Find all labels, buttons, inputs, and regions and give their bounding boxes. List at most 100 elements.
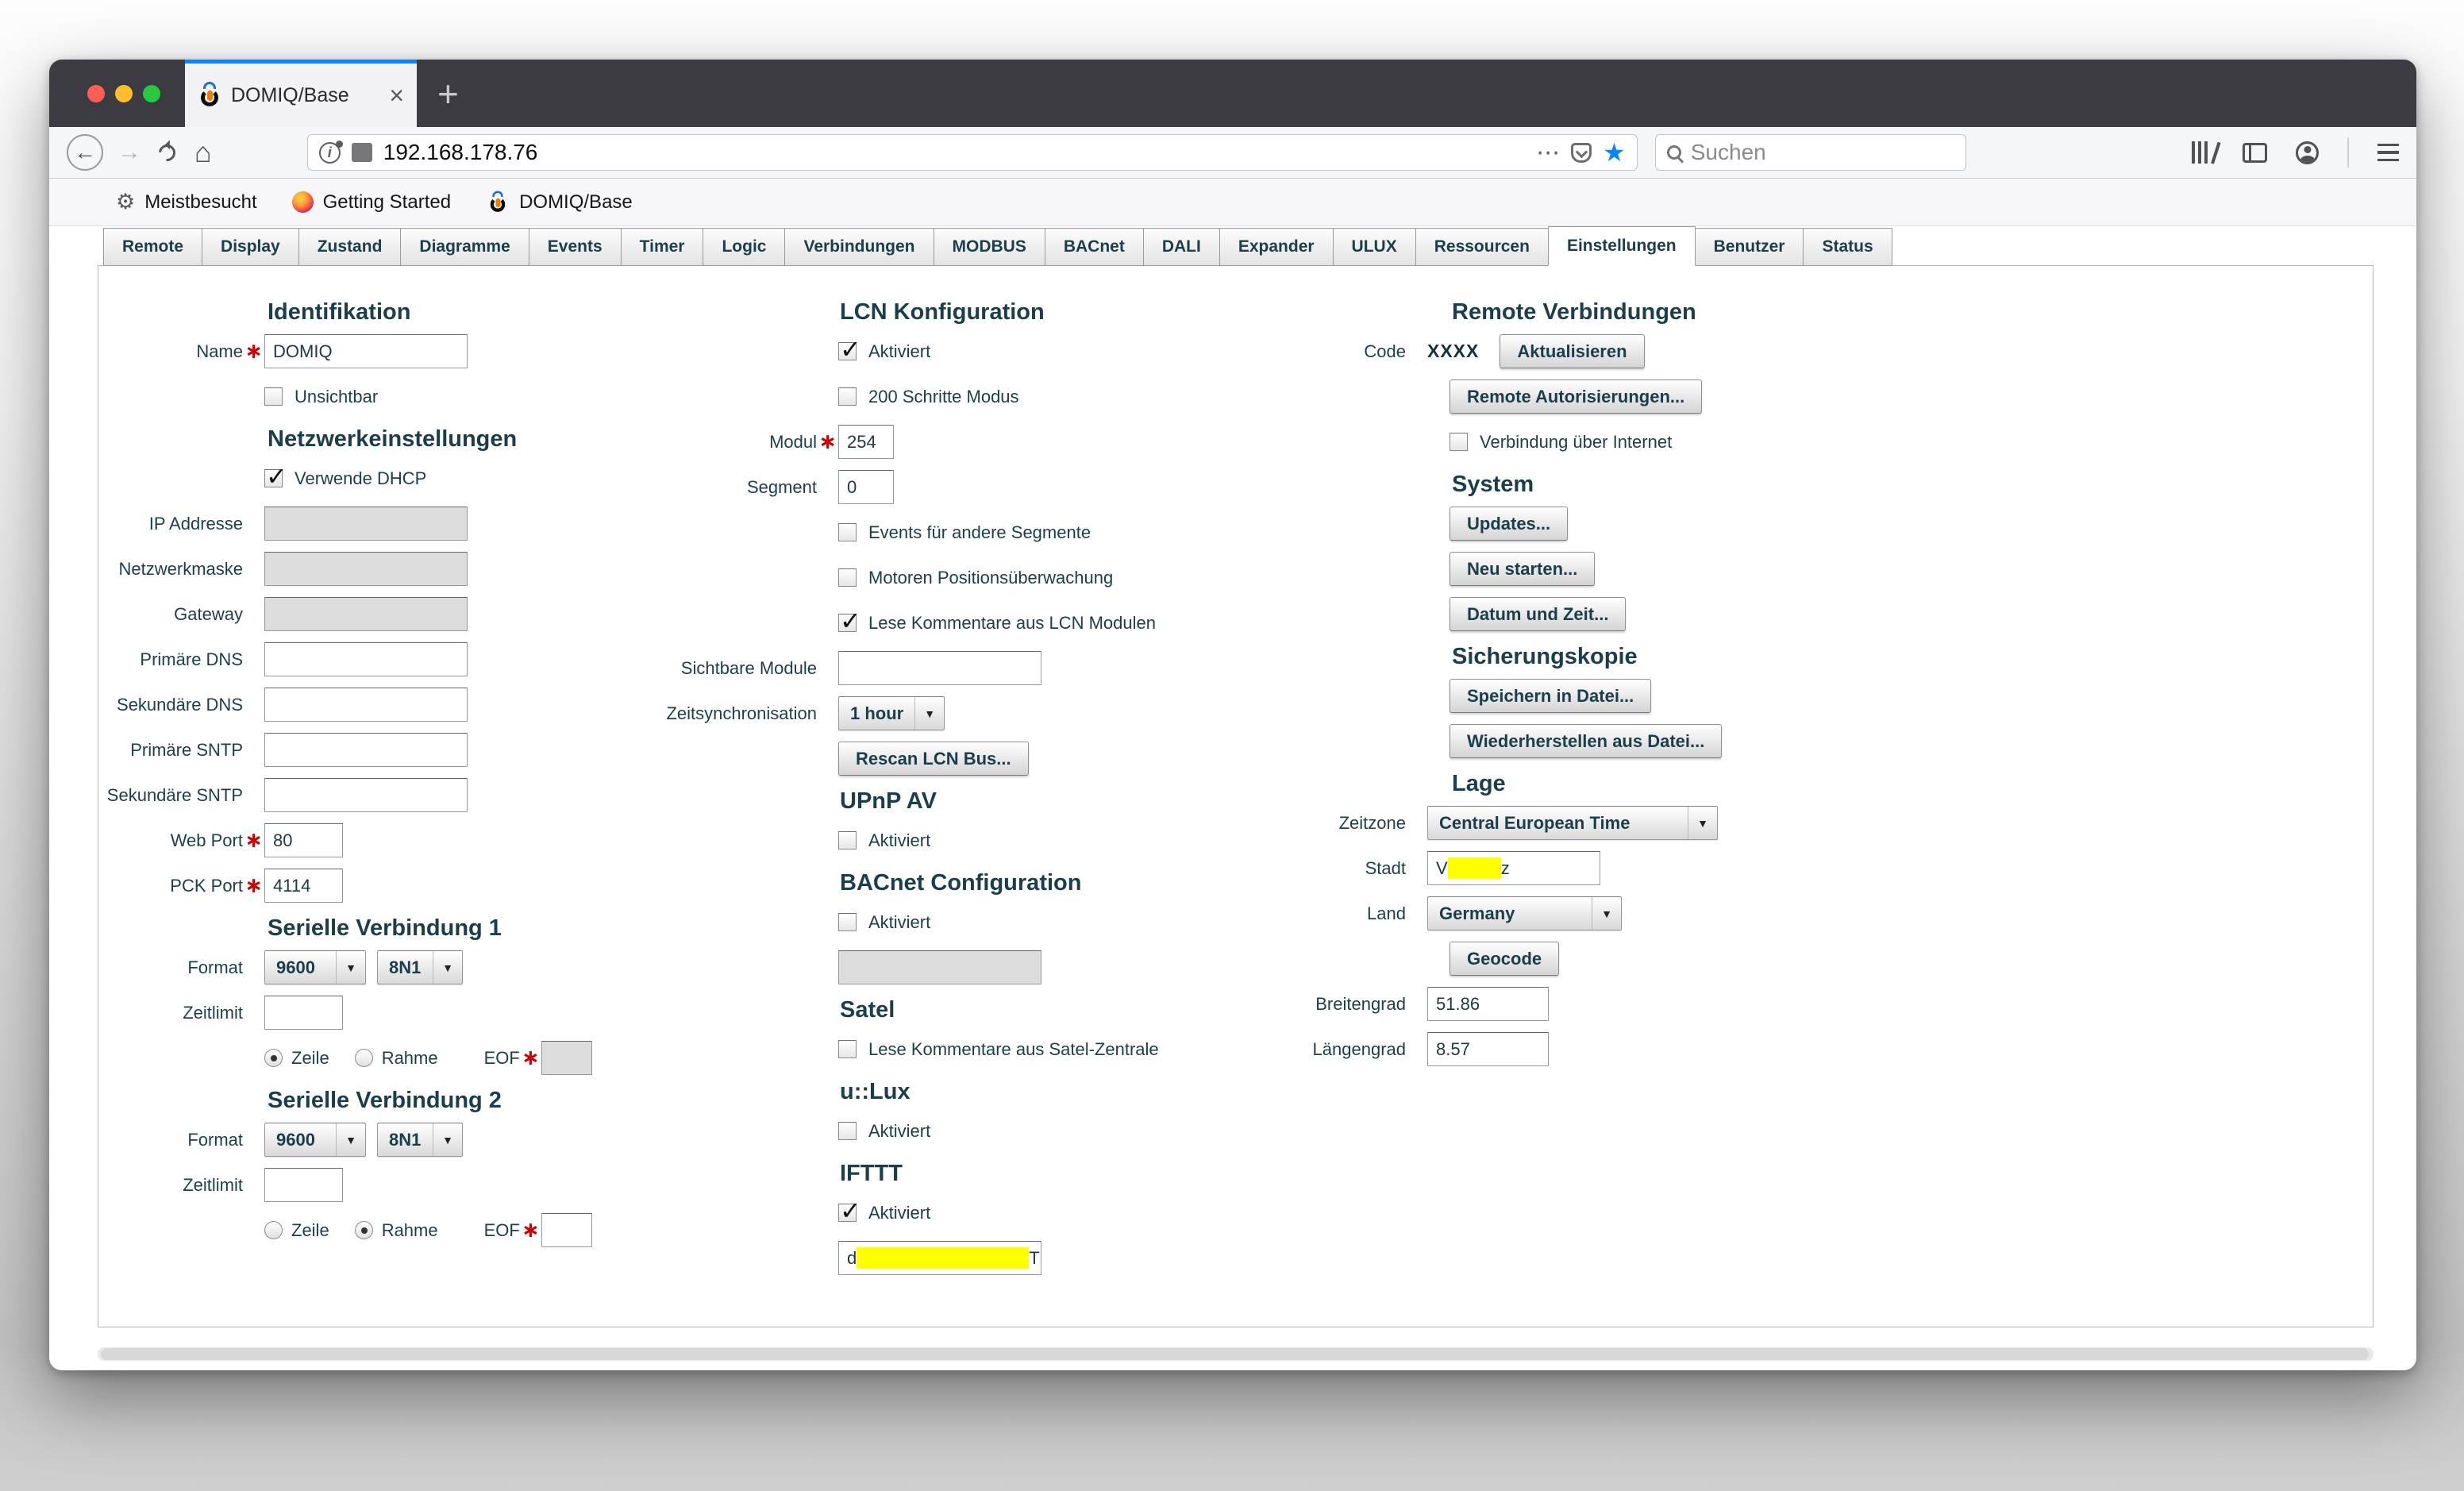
serial2-mode-zeile-radio[interactable] <box>264 1221 283 1239</box>
modul-input[interactable] <box>838 425 894 459</box>
land-select[interactable]: Germany▼ <box>1427 896 1622 930</box>
app-tab-diagramme[interactable]: Diagramme <box>400 228 529 266</box>
app-tab-benutzer[interactable]: Benutzer <box>1695 228 1804 266</box>
sekundare-sntp-input[interactable] <box>264 778 468 812</box>
bookmark-domiq-base[interactable]: DOMIQ/Base <box>486 191 633 214</box>
lcn-aktiviert-checkbox[interactable]: ✓ <box>838 342 857 360</box>
form-row: Unsichtbar <box>106 379 694 414</box>
app-tab-zustand[interactable]: Zustand <box>298 228 402 266</box>
reload-button[interactable] <box>159 144 175 161</box>
bacnet-aktiviert-checkbox[interactable] <box>838 913 857 931</box>
serial1-format-1-select[interactable]: 8N1▼ <box>377 950 463 984</box>
app-tab-remote[interactable]: Remote <box>103 228 202 266</box>
tab-close-icon[interactable]: × <box>389 83 404 108</box>
stadt-input[interactable]: Vz <box>1427 851 1600 885</box>
serial1-zeitlimit-input[interactable] <box>264 996 343 1030</box>
app-tab-dali[interactable]: DALI <box>1143 228 1220 266</box>
app-tab-verbindungen[interactable]: Verbindungen <box>784 228 934 266</box>
account-icon[interactable] <box>2296 141 2319 164</box>
window-close-button[interactable] <box>87 85 105 102</box>
app-tab-einstellungen[interactable]: Einstellungen <box>1548 226 1696 266</box>
scrollbar-thumb[interactable] <box>101 1348 2369 1360</box>
permissions-icon[interactable] <box>352 143 372 162</box>
new-tab-button[interactable]: + <box>437 75 459 112</box>
app-tab-modbus[interactable]: MODBUS <box>934 228 1045 266</box>
app-tab-expander[interactable]: Expander <box>1219 228 1334 266</box>
window-minimize-button[interactable] <box>115 85 133 102</box>
app-tab-display[interactable]: Display <box>202 228 299 266</box>
remote-autorisierungen-button[interactable]: Remote Autorisierungen... <box>1450 379 1702 414</box>
home-button[interactable]: ⌂ <box>194 138 212 167</box>
wiederherstellen-aus-datei-button[interactable]: Wiederherstellen aus Datei... <box>1450 724 1722 758</box>
segment-input[interactable] <box>838 470 894 504</box>
updates-button[interactable]: Updates... <box>1450 507 1568 541</box>
serial2-format-1-select[interactable]: 8N1▼ <box>377 1123 463 1157</box>
verbindung-ueber-internet-checkbox[interactable] <box>1450 433 1468 451</box>
verwende-dhcp-checkbox[interactable]: ✓ <box>264 469 283 487</box>
events-andere-segmente-checkbox[interactable] <box>838 523 857 541</box>
breitengrad-input[interactable] <box>1427 987 1549 1021</box>
bookmark-getting-started[interactable]: Getting Started <box>292 191 451 214</box>
zeitsynchronisation-select[interactable]: 1 hour▼ <box>838 696 945 730</box>
unsichtbar-checkbox[interactable] <box>264 387 283 406</box>
serial2-mode-rahme-radio-label: Rahme <box>382 1220 438 1241</box>
motoren-positionsueberwachung-checkbox-label: Motoren Positionsüberwachung <box>868 568 1113 588</box>
serial1-mode-zeile-radio[interactable] <box>264 1049 283 1067</box>
window-zoom-button[interactable] <box>143 85 160 102</box>
schritte-modus-checkbox[interactable] <box>838 387 857 406</box>
url-text[interactable]: 192.168.178.76 <box>383 140 538 165</box>
app-tab-bacnet[interactable]: BACnet <box>1045 228 1144 266</box>
speichern-in-datei-button[interactable]: Speichern in Datei... <box>1450 679 1651 713</box>
app-tab-ressourcen[interactable]: Ressourcen <box>1415 228 1549 266</box>
url-bar[interactable]: i 192.168.178.76 ⋯ ★ <box>307 134 1638 171</box>
site-info-icon[interactable]: i <box>319 142 341 164</box>
web-port-input[interactable] <box>264 823 343 857</box>
sekundare-dns-input[interactable] <box>264 688 468 722</box>
rescan-lcn-bus-button[interactable]: Rescan LCN Bus... <box>838 742 1029 776</box>
upnp-aktiviert-checkbox[interactable] <box>838 831 857 850</box>
serial1-mode-rahme-radio[interactable] <box>355 1049 373 1067</box>
horizontal-scrollbar[interactable] <box>98 1347 2374 1361</box>
redaction-highlight <box>857 1247 1029 1269</box>
serial2-mode-zeile-radio-label: Zeile <box>291 1220 329 1241</box>
motoren-positionsueberwachung-checkbox[interactable] <box>838 568 857 587</box>
aktualisieren-button[interactable]: Aktualisieren <box>1500 334 1644 368</box>
app-tab-logic[interactable]: Logic <box>703 228 785 266</box>
sichtbare-module-input[interactable] <box>838 651 1041 685</box>
serial1-mode-rahme-radio-label: Rahme <box>382 1048 438 1069</box>
neu-starten-button[interactable]: Neu starten... <box>1450 552 1595 586</box>
langengrad-input[interactable] <box>1427 1032 1549 1066</box>
serial2-mode-eof-input[interactable] <box>541 1213 592 1247</box>
primare-sntp-input[interactable] <box>264 733 468 767</box>
bookmark-star-icon[interactable]: ★ <box>1603 140 1626 165</box>
app-tab-status[interactable]: Status <box>1803 228 1892 266</box>
sidebar-icon[interactable] <box>2243 143 2267 163</box>
app-tab-ulux[interactable]: ULUX <box>1333 228 1416 266</box>
pocket-icon[interactable] <box>1571 143 1592 163</box>
lese-kommentare-lcn-checkbox[interactable]: ✓ <box>838 614 857 632</box>
ulux-aktiviert-checkbox[interactable] <box>838 1122 857 1140</box>
zeitzone-select[interactable]: Central European Time▼ <box>1427 806 1718 840</box>
lese-kommentare-satel-checkbox[interactable] <box>838 1040 857 1058</box>
library-icon[interactable] <box>2192 141 2214 164</box>
bookmark-meistbesucht[interactable]: ⚙ Meistbesucht <box>116 191 257 214</box>
form-row: PCK Port∗ <box>106 869 694 903</box>
back-button[interactable]: ← <box>67 134 103 171</box>
app-tab-events[interactable]: Events <box>529 228 622 266</box>
geocode-button[interactable]: Geocode <box>1450 942 1559 976</box>
datum-und-zeit-button[interactable]: Datum und Zeit... <box>1450 597 1626 631</box>
ifttt-aktiviert-checkbox[interactable]: ✓ <box>838 1204 857 1222</box>
pck-port-input[interactable] <box>264 869 343 903</box>
serial1-format-0-select[interactable]: 9600▼ <box>264 950 366 984</box>
app-tab-timer[interactable]: Timer <box>621 228 704 266</box>
menu-icon[interactable] <box>2377 144 2399 162</box>
search-bar[interactable]: Suchen <box>1655 134 1966 171</box>
name-input[interactable] <box>264 334 468 368</box>
serial2-mode-rahme-radio[interactable] <box>355 1221 373 1239</box>
browser-tab[interactable]: DOMIQ/Base × <box>185 60 417 127</box>
primare-dns-input[interactable] <box>264 642 468 676</box>
serial2-zeitlimit-input[interactable] <box>264 1168 343 1202</box>
serial2-format-0-select[interactable]: 9600▼ <box>264 1123 366 1157</box>
page-actions-icon[interactable]: ⋯ <box>1536 139 1560 167</box>
ifttt-key-input[interactable]: dT <box>838 1241 1041 1275</box>
